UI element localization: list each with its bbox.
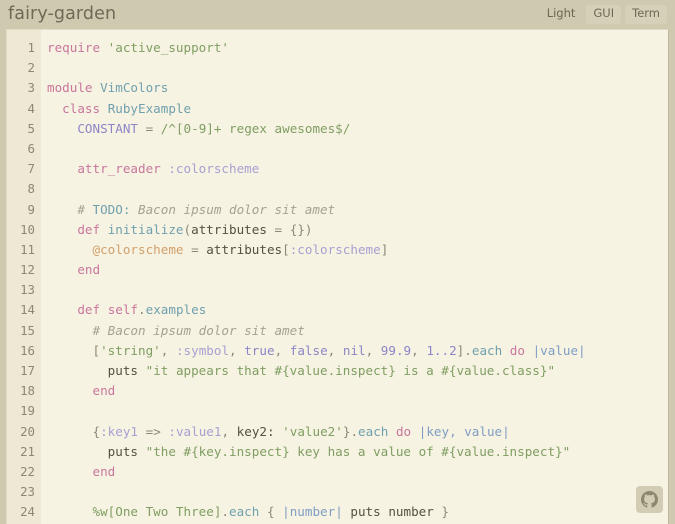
line-number: 6 xyxy=(7,139,41,159)
code-line: end xyxy=(47,462,668,482)
mode-button-term[interactable]: Term xyxy=(625,5,667,24)
code-line: %w[One Two Three].each { |number| puts n… xyxy=(47,502,668,522)
line-number: 8 xyxy=(7,179,41,199)
code-line xyxy=(47,139,668,159)
github-link-button[interactable] xyxy=(636,486,663,513)
line-number: 22 xyxy=(7,462,41,482)
line-number: 14 xyxy=(7,300,41,320)
line-number: 16 xyxy=(7,341,41,361)
code-line: # TODO: Bacon ipsum dolor sit amet xyxy=(47,200,668,220)
code-line xyxy=(47,58,668,78)
code-line: {:key1 => :value1, key2: 'value2'}.each … xyxy=(47,422,668,442)
page-header: fairy-garden Light GUI Term xyxy=(0,0,675,29)
code-table: 1 2 3 4 5 6 7 8 9 10 11 12 13 14 15 16 1… xyxy=(7,30,668,524)
line-number: 5 xyxy=(7,119,41,139)
code-line: def initialize(attributes = {}) xyxy=(47,220,668,240)
line-number: 10 xyxy=(7,220,41,240)
line-number: 3 xyxy=(7,78,41,98)
code-line: ['string', :symbol, true, false, nil, 99… xyxy=(47,341,668,361)
colorscheme-title: fairy-garden xyxy=(8,0,540,29)
code-line: class RubyExample xyxy=(47,99,668,119)
line-number: 12 xyxy=(7,260,41,280)
code-line: puts "it appears that #{value.inspect} i… xyxy=(47,361,668,381)
line-number-gutter: 1 2 3 4 5 6 7 8 9 10 11 12 13 14 15 16 1… xyxy=(7,30,41,524)
code-line xyxy=(47,280,668,300)
line-number: 17 xyxy=(7,361,41,381)
mode-switch-group: Light GUI Term xyxy=(540,5,667,24)
code-line: puts "the #{key.inspect} key has a value… xyxy=(47,442,668,462)
mode-button-gui[interactable]: GUI xyxy=(586,5,621,24)
code-line: # Bacon ipsum dolor sit amet xyxy=(47,321,668,341)
code-line: def self.examples xyxy=(47,300,668,320)
code-line xyxy=(47,482,668,502)
line-number: 11 xyxy=(7,240,41,260)
line-number: 1 xyxy=(7,38,41,58)
code-preview-pane[interactable]: 1 2 3 4 5 6 7 8 9 10 11 12 13 14 15 16 1… xyxy=(6,29,669,524)
line-number: 7 xyxy=(7,159,41,179)
line-number: 19 xyxy=(7,401,41,421)
line-number: 9 xyxy=(7,200,41,220)
line-number: 18 xyxy=(7,381,41,401)
line-number: 15 xyxy=(7,321,41,341)
code-line: CONSTANT = /^[0-9]+ regex awesomes$/ xyxy=(47,119,668,139)
code-line xyxy=(47,401,668,421)
line-number: 2 xyxy=(7,58,41,78)
github-octocat-icon xyxy=(641,491,658,508)
line-number: 4 xyxy=(7,99,41,119)
code-line: require 'active_support' xyxy=(47,38,668,58)
code-line: end xyxy=(47,381,668,401)
line-number: 24 xyxy=(7,502,41,522)
line-number: 13 xyxy=(7,280,41,300)
code-line: module VimColors xyxy=(47,78,668,98)
mode-button-light[interactable]: Light xyxy=(540,5,583,24)
line-number: 21 xyxy=(7,442,41,462)
colorscheme-preview-page: fairy-garden Light GUI Term 1 2 3 4 5 6 … xyxy=(0,0,675,524)
line-number: 23 xyxy=(7,482,41,502)
code-line: end xyxy=(47,260,668,280)
code-line: attr_reader :colorscheme xyxy=(47,159,668,179)
code-line xyxy=(47,179,668,199)
code-content[interactable]: require 'active_support' module VimColor… xyxy=(41,30,668,524)
code-line: @colorscheme = attributes[:colorscheme] xyxy=(47,240,668,260)
line-number: 20 xyxy=(7,422,41,442)
